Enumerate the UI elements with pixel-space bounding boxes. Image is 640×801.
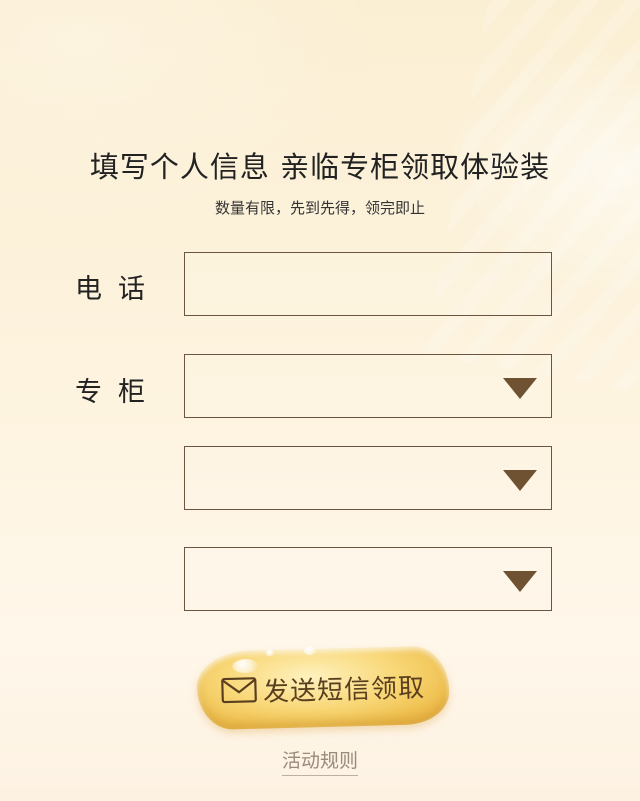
page-subtitle: 数量有限，先到先得，领完即止 — [214, 199, 425, 217]
send-sms-button[interactable]: 发送短信领取 — [196, 645, 450, 731]
mail-icon — [221, 677, 257, 704]
gel-droplet-highlight — [303, 646, 317, 656]
phone-input[interactable] — [185, 253, 551, 315]
dropdown-triangle-icon[interactable] — [503, 470, 537, 491]
page-title: 填写个人信息 亲临专柜领取体验装 — [89, 150, 551, 184]
rules-link-row: 活动规则 — [0, 746, 640, 776]
gel-droplet-highlight — [265, 649, 275, 657]
dropdown-triangle-icon[interactable] — [503, 571, 537, 592]
gel-droplet-highlight — [232, 658, 259, 674]
counter-select-1[interactable] — [184, 354, 552, 418]
dropdown-triangle-icon[interactable] — [503, 378, 537, 399]
phone-label: 电话 — [75, 274, 161, 305]
counter-select-3[interactable] — [184, 547, 552, 611]
activity-rules-link[interactable]: 活动规则 — [281, 750, 358, 776]
counter-select-2[interactable] — [184, 446, 552, 510]
phone-field-box — [184, 252, 552, 316]
counter-label: 专柜 — [75, 377, 161, 408]
send-sms-label: 发送短信领取 — [262, 672, 426, 708]
